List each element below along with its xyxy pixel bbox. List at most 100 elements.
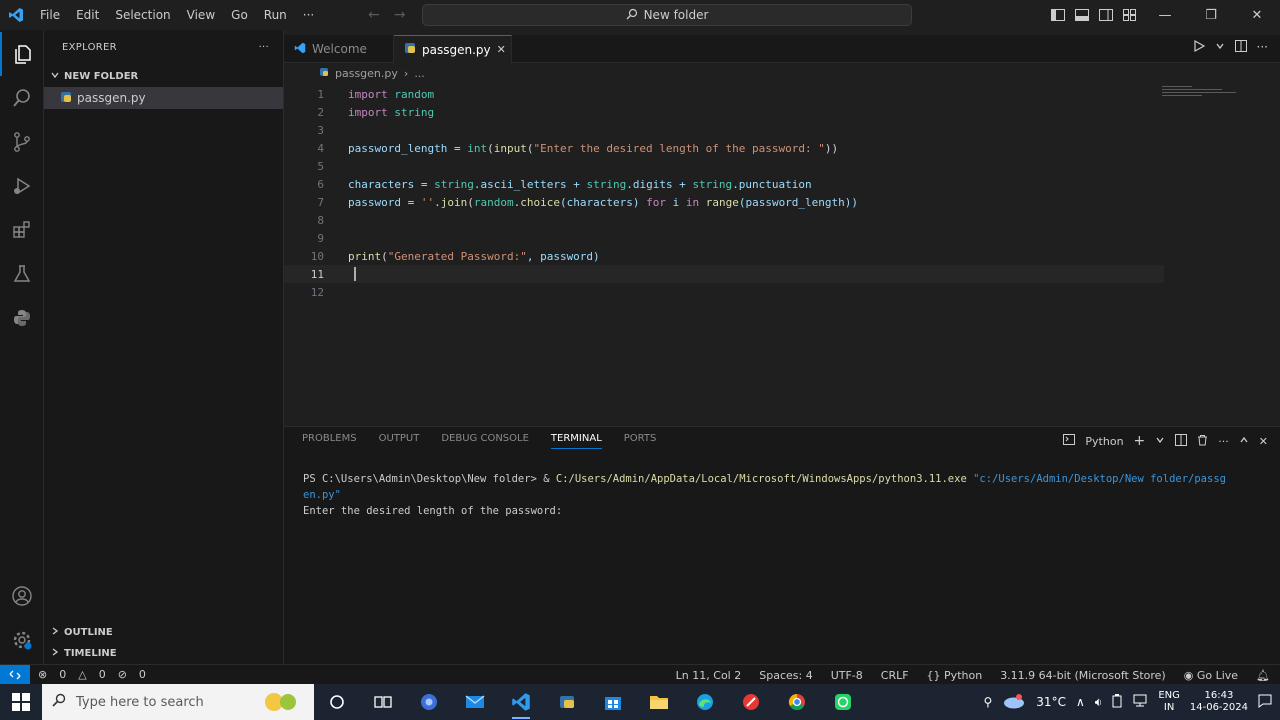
clock[interactable]: 16:43 14-06-2024 xyxy=(1190,690,1248,714)
chevron-down-icon[interactable] xyxy=(1155,435,1165,448)
command-center[interactable]: New folder xyxy=(422,4,912,26)
forward-arrow-icon[interactable]: → xyxy=(394,7,406,23)
toggle-panel-icon[interactable] xyxy=(1070,0,1094,30)
notification-center-icon[interactable] xyxy=(1258,694,1272,711)
manage-gear-icon[interactable] xyxy=(0,618,44,662)
timeline-section[interactable]: TIMELINE xyxy=(44,643,284,664)
go-live-button[interactable]: ◉ Go Live xyxy=(1184,669,1238,682)
vscode-taskbar-icon[interactable] xyxy=(498,684,544,720)
menu-more[interactable]: ··· xyxy=(295,0,322,30)
menu-run[interactable]: Run xyxy=(256,0,295,30)
python-interpreter[interactable]: 3.11.9 64-bit (Microsoft Store) xyxy=(1000,669,1166,682)
volume-icon[interactable]: 🔉︎ xyxy=(1095,695,1103,710)
cortana-icon[interactable] xyxy=(314,684,360,720)
close-button[interactable]: ✕ xyxy=(1234,0,1280,30)
code-editor[interactable]: 1 import random 2 import string 3 4 passwor… xyxy=(284,84,1280,424)
line-number: 9 xyxy=(317,231,324,245)
ports-icon: ⊘ xyxy=(117,668,127,681)
code-text: import random xyxy=(348,87,435,101)
tab-output[interactable]: OUTPUT xyxy=(379,433,420,449)
trash-icon[interactable] xyxy=(1197,434,1208,449)
new-terminal-button[interactable]: + xyxy=(1134,433,1146,449)
tab-ports[interactable]: PORTS xyxy=(624,433,657,449)
account-icon[interactable] xyxy=(0,574,44,618)
explorer-more-button[interactable]: ··· xyxy=(259,42,269,53)
customize-layout-icon[interactable] xyxy=(1118,0,1142,30)
status-problems[interactable]: ⊗ 0 △ 0 ⊘ 0 xyxy=(30,668,146,681)
cursor-position[interactable]: Ln 11, Col 2 xyxy=(676,669,742,682)
file-explorer-icon[interactable] xyxy=(636,684,682,720)
extensions-icon[interactable] xyxy=(0,208,44,252)
breadcrumb-more[interactable]: ... xyxy=(414,67,425,80)
minimize-button[interactable]: — xyxy=(1142,0,1188,30)
weather-cloud-icon[interactable] xyxy=(1002,693,1026,712)
close-panel-icon[interactable]: ✕ xyxy=(1259,435,1268,448)
encoding[interactable]: UTF-8 xyxy=(831,669,863,682)
breadcrumb-file[interactable]: passgen.py xyxy=(335,67,398,80)
menu-edit[interactable]: Edit xyxy=(68,0,107,30)
copilot-app-icon[interactable] xyxy=(406,684,452,720)
code-line-current: 11 xyxy=(284,265,1164,283)
windows-start-icon[interactable] xyxy=(0,684,42,720)
indentation[interactable]: Spaces: 4 xyxy=(759,669,812,682)
tab-welcome[interactable]: Welcome xyxy=(284,35,394,63)
whatsapp-app-icon[interactable] xyxy=(820,684,866,720)
menu-selection[interactable]: Selection xyxy=(107,0,178,30)
menu-go[interactable]: Go xyxy=(223,0,256,30)
minimap[interactable] xyxy=(1162,86,1238,104)
outline-section[interactable]: OUTLINE xyxy=(44,622,284,643)
chevron-down-icon[interactable] xyxy=(1215,40,1225,55)
python-installer-icon[interactable] xyxy=(544,684,590,720)
pdf-reader-icon[interactable] xyxy=(728,684,774,720)
language-mode[interactable]: {} Python xyxy=(927,669,983,682)
tab-problems[interactable]: PROBLEMS xyxy=(302,433,357,449)
explorer-icon[interactable] xyxy=(0,32,44,76)
task-view-icon[interactable] xyxy=(360,684,406,720)
tab-debug-console[interactable]: DEBUG CONSOLE xyxy=(441,433,529,449)
terminal-output[interactable]: PS C:\Users\Admin\Desktop\New folder> & … xyxy=(303,471,1263,519)
run-debug-icon[interactable] xyxy=(0,164,44,208)
battery-icon[interactable] xyxy=(1112,693,1122,711)
tab-label: Welcome xyxy=(312,42,367,56)
chrome-browser-icon[interactable] xyxy=(774,684,820,720)
people-icon[interactable]: ⚲ xyxy=(984,695,993,709)
search-icon[interactable] xyxy=(0,76,44,120)
taskbar-search-box[interactable]: Type here to search xyxy=(42,684,314,720)
tab-passgen[interactable]: passgen.py ✕ xyxy=(394,35,512,63)
network-icon[interactable] xyxy=(1132,694,1148,711)
split-terminal-icon[interactable] xyxy=(1175,433,1188,449)
file-passgen[interactable]: passgen.py xyxy=(44,87,283,109)
maximize-button[interactable]: ❐ xyxy=(1188,0,1234,30)
toggle-primary-sidebar-icon[interactable] xyxy=(1046,0,1070,30)
edge-browser-icon[interactable] xyxy=(682,684,728,720)
terminal-shell-label[interactable]: Python xyxy=(1085,435,1123,448)
error-count: 0 xyxy=(59,668,67,681)
folder-new-folder[interactable]: NEW FOLDER xyxy=(44,65,283,87)
maximize-panel-icon[interactable] xyxy=(1239,435,1249,448)
tab-label: passgen.py xyxy=(422,42,491,57)
run-python-file-icon[interactable] xyxy=(1193,39,1205,55)
menu-view[interactable]: View xyxy=(179,0,223,30)
input-language[interactable]: ENG IN xyxy=(1158,690,1180,714)
mail-app-icon[interactable] xyxy=(452,684,498,720)
store-app-icon[interactable] xyxy=(590,684,636,720)
taskbar-apps xyxy=(314,684,866,720)
python-icon[interactable] xyxy=(0,296,44,340)
more-actions-icon[interactable]: ··· xyxy=(1218,435,1229,448)
remote-indicator-icon[interactable] xyxy=(0,664,30,685)
source-control-icon[interactable] xyxy=(0,120,44,164)
split-editor-icon[interactable] xyxy=(1234,40,1247,55)
chevron-up-icon[interactable]: ∧ xyxy=(1076,695,1085,709)
more-actions-icon[interactable]: ··· xyxy=(1257,40,1268,55)
notifications-bell-icon[interactable]: 🔔︎ xyxy=(1256,669,1270,682)
toggle-secondary-sidebar-icon[interactable] xyxy=(1094,0,1118,30)
end-of-line[interactable]: CRLF xyxy=(881,669,909,682)
text-cursor xyxy=(348,267,356,281)
close-icon[interactable]: ✕ xyxy=(497,43,506,56)
menu-file[interactable]: File xyxy=(32,0,68,30)
tab-terminal[interactable]: TERMINAL xyxy=(550,433,602,449)
weather-temperature[interactable]: 31°C xyxy=(1036,695,1066,709)
back-arrow-icon[interactable]: ← xyxy=(368,7,380,23)
testing-flask-icon[interactable] xyxy=(0,252,44,296)
chevron-right-icon: › xyxy=(403,67,409,80)
